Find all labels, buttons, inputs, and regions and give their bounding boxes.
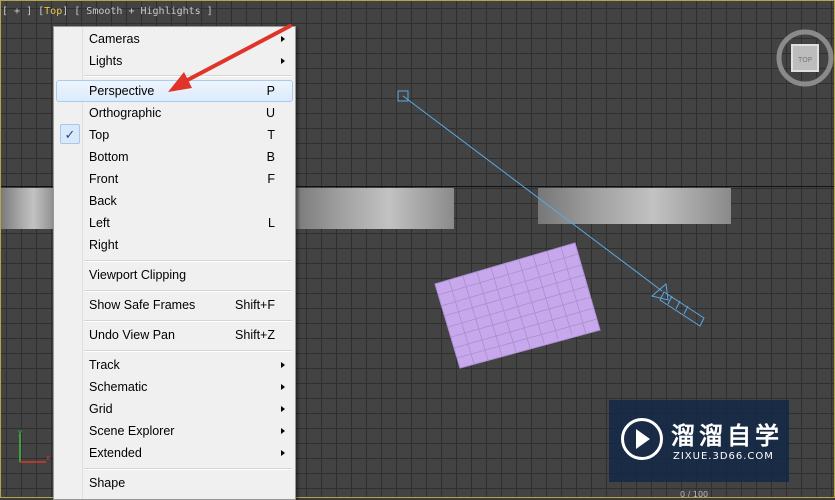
menu-separator	[84, 320, 292, 322]
axis-tripod-icon: y x	[18, 428, 50, 463]
menu-separator	[84, 260, 292, 262]
menu-separator	[84, 468, 292, 470]
menu-item-perspective[interactable]: Perspective P	[56, 80, 293, 102]
submenu-arrow-icon	[281, 362, 285, 368]
submenu-arrow-icon	[281, 428, 285, 434]
menu-separator	[84, 290, 292, 292]
viewcube-icon[interactable]: TOP	[772, 18, 834, 90]
checkmark-icon: ✓	[60, 124, 80, 144]
watermark-url: ZIXUE.3D66.COM	[673, 451, 774, 462]
svg-text:y: y	[18, 428, 22, 436]
menu-separator	[84, 75, 292, 77]
menu-item-schematic[interactable]: Schematic	[56, 376, 293, 398]
submenu-arrow-icon	[281, 384, 285, 390]
watermark: 溜溜自学 ZIXUE.3D66.COM	[609, 400, 789, 482]
menu-item-back[interactable]: Back	[56, 190, 293, 212]
submenu-arrow-icon	[281, 58, 285, 64]
svg-text:x: x	[46, 454, 50, 462]
submenu-arrow-icon	[281, 36, 285, 42]
submenu-arrow-icon	[281, 406, 285, 412]
menu-item-front[interactable]: Front F	[56, 168, 293, 190]
play-logo-icon	[621, 418, 663, 460]
submenu-arrow-icon	[281, 450, 285, 456]
menu-item-lights[interactable]: Lights	[56, 50, 293, 72]
menu-item-orthographic[interactable]: Orthographic U	[56, 102, 293, 124]
menu-item-left[interactable]: Left L	[56, 212, 293, 234]
menu-item-undo-view-pan[interactable]: Undo View Pan Shift+Z	[56, 324, 293, 346]
menu-item-extended[interactable]: Extended	[56, 442, 293, 464]
status-fragment: 0 / 100	[680, 490, 709, 498]
menu-item-show-safe-frames[interactable]: Show Safe Frames Shift+F	[56, 294, 293, 316]
menu-item-grid[interactable]: Grid	[56, 398, 293, 420]
menu-separator	[84, 350, 292, 352]
menu-item-scene-explorer[interactable]: Scene Explorer	[56, 420, 293, 442]
viewport-label[interactable]: [ + ] [Top] [ Smooth + Highlights ]	[2, 6, 213, 17]
watermark-title: 溜溜自学	[671, 422, 783, 450]
menu-item-right[interactable]: Right	[56, 234, 293, 256]
menu-item-track[interactable]: Track	[56, 354, 293, 376]
menu-item-viewport-clipping[interactable]: Viewport Clipping	[56, 264, 293, 286]
menu-item-cameras[interactable]: Cameras	[56, 28, 293, 50]
plane-object[interactable]	[434, 242, 601, 369]
viewcube-label: TOP	[797, 56, 812, 64]
menu-item-top[interactable]: ✓ Top T	[56, 124, 293, 146]
menu-item-shape[interactable]: Shape	[56, 472, 293, 494]
camera-icon[interactable]	[650, 283, 705, 327]
viewport-view-name: Top	[44, 6, 63, 17]
viewport-context-menu[interactable]: Cameras Lights Perspective P Orthographic…	[53, 26, 296, 500]
menu-item-bottom[interactable]: Bottom B	[56, 146, 293, 168]
